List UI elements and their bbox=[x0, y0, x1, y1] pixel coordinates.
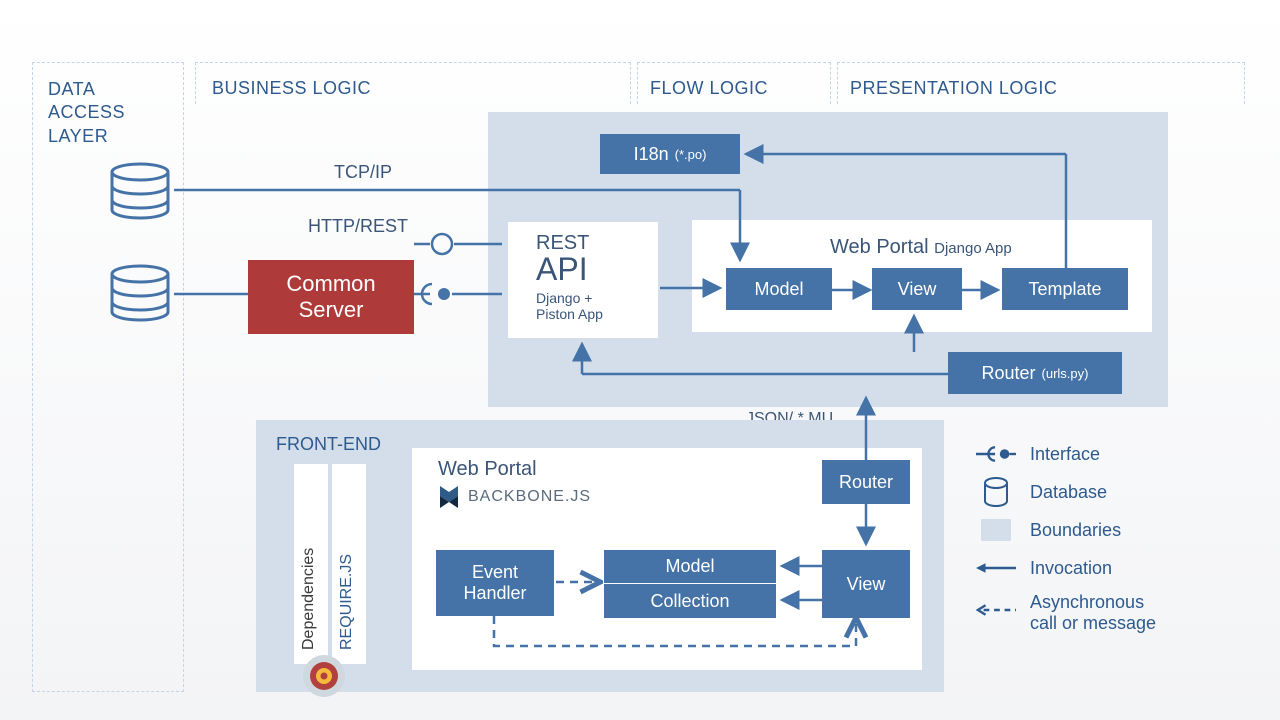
data-access-layer-label: DATA ACCESS LAYER bbox=[48, 78, 168, 148]
router-sub: (urls.py) bbox=[1042, 366, 1089, 381]
fe-router-text: Router bbox=[839, 472, 893, 493]
database-icon-1 bbox=[108, 162, 172, 220]
legend-invocation: Invocation bbox=[976, 554, 1236, 582]
legend-async: Asynchronous call or message bbox=[976, 592, 1236, 634]
target-icon bbox=[302, 654, 346, 698]
backbone-logo-row: BACKBONE.JS bbox=[436, 484, 591, 510]
fe-event-handler-box: Event Handler bbox=[436, 550, 554, 616]
rest-api-line4: Piston App bbox=[536, 306, 658, 322]
data-access-layer-box bbox=[32, 62, 184, 692]
flow-logic-label: FLOW LOGIC bbox=[650, 78, 768, 99]
i18n-sub: (*.po) bbox=[675, 147, 707, 162]
legend-async-l1: Asynchronous bbox=[1030, 592, 1156, 613]
fe-collection-text: Collection bbox=[650, 591, 729, 612]
legend-interface: Interface bbox=[976, 440, 1236, 468]
fe-eh-line2: Handler bbox=[463, 583, 526, 604]
legend-async-text: Asynchronous call or message bbox=[1030, 592, 1156, 634]
backbone-text: BACKBONE.JS bbox=[468, 488, 591, 506]
async-icon bbox=[976, 596, 1016, 624]
interface-icon bbox=[976, 440, 1016, 468]
router-urls-box: Router (urls.py) bbox=[948, 352, 1122, 394]
presentation-logic-label: PRESENTATION LOGIC bbox=[850, 78, 1057, 99]
requirejs-label: REQUIRE.JS bbox=[338, 490, 356, 650]
rest-api-line3: Django + bbox=[536, 290, 658, 306]
i18n-label: I18n bbox=[634, 144, 669, 165]
template-box: Template bbox=[1002, 268, 1128, 310]
boundaries-icon bbox=[976, 516, 1016, 544]
common-server-line1: Common bbox=[286, 271, 375, 297]
http-rest-label: HTTP/REST bbox=[308, 216, 408, 237]
i18n-box: I18n (*.po) bbox=[600, 134, 740, 174]
legend-boundaries: Boundaries bbox=[976, 516, 1236, 544]
common-server-box: Common Server bbox=[248, 260, 414, 334]
model-text: Model bbox=[754, 279, 803, 300]
database-legend-icon bbox=[976, 478, 1016, 506]
fe-view-text: View bbox=[847, 574, 886, 595]
legend-interface-text: Interface bbox=[1030, 444, 1100, 465]
fe-router-box: Router bbox=[822, 460, 910, 504]
router-label: Router bbox=[982, 363, 1036, 384]
web-portal-django-label: Web Portal Django App bbox=[830, 236, 1012, 259]
legend-database: Database bbox=[976, 478, 1236, 506]
model-box: Model bbox=[726, 268, 832, 310]
web-portal-sub-text: Django App bbox=[934, 240, 1012, 257]
deps-label: Dependencies bbox=[300, 490, 318, 650]
web-portal-bb-label: Web Portal bbox=[438, 458, 537, 481]
front-end-label: FRONT-END bbox=[276, 434, 381, 455]
fe-view-box: View bbox=[822, 550, 910, 618]
tcpip-label: TCP/IP bbox=[334, 162, 392, 183]
fe-eh-line1: Event bbox=[472, 562, 518, 583]
backbone-icon bbox=[436, 484, 462, 510]
database-icon-2 bbox=[108, 264, 172, 322]
invocation-icon bbox=[976, 554, 1016, 582]
rest-api-line2: API bbox=[536, 251, 658, 288]
legend-invoc-text: Invocation bbox=[1030, 558, 1112, 579]
fe-collection-box: Collection bbox=[604, 584, 776, 618]
view-text: View bbox=[898, 279, 937, 300]
legend-bound-text: Boundaries bbox=[1030, 520, 1121, 541]
view-box: View bbox=[872, 268, 962, 310]
legend-db-text: Database bbox=[1030, 482, 1107, 503]
legend: Interface Database Boundaries Invocation bbox=[976, 440, 1236, 644]
rest-api-box: REST API Django + Piston App bbox=[508, 222, 658, 338]
fe-model-text: Model bbox=[665, 556, 714, 577]
web-portal-label-text: Web Portal bbox=[830, 236, 929, 258]
common-server-line2: Server bbox=[299, 297, 364, 323]
template-text: Template bbox=[1028, 279, 1101, 300]
legend-async-l2: call or message bbox=[1030, 613, 1156, 634]
fe-model-box: Model bbox=[604, 550, 776, 584]
business-logic-label: BUSINESS LOGIC bbox=[212, 78, 371, 99]
